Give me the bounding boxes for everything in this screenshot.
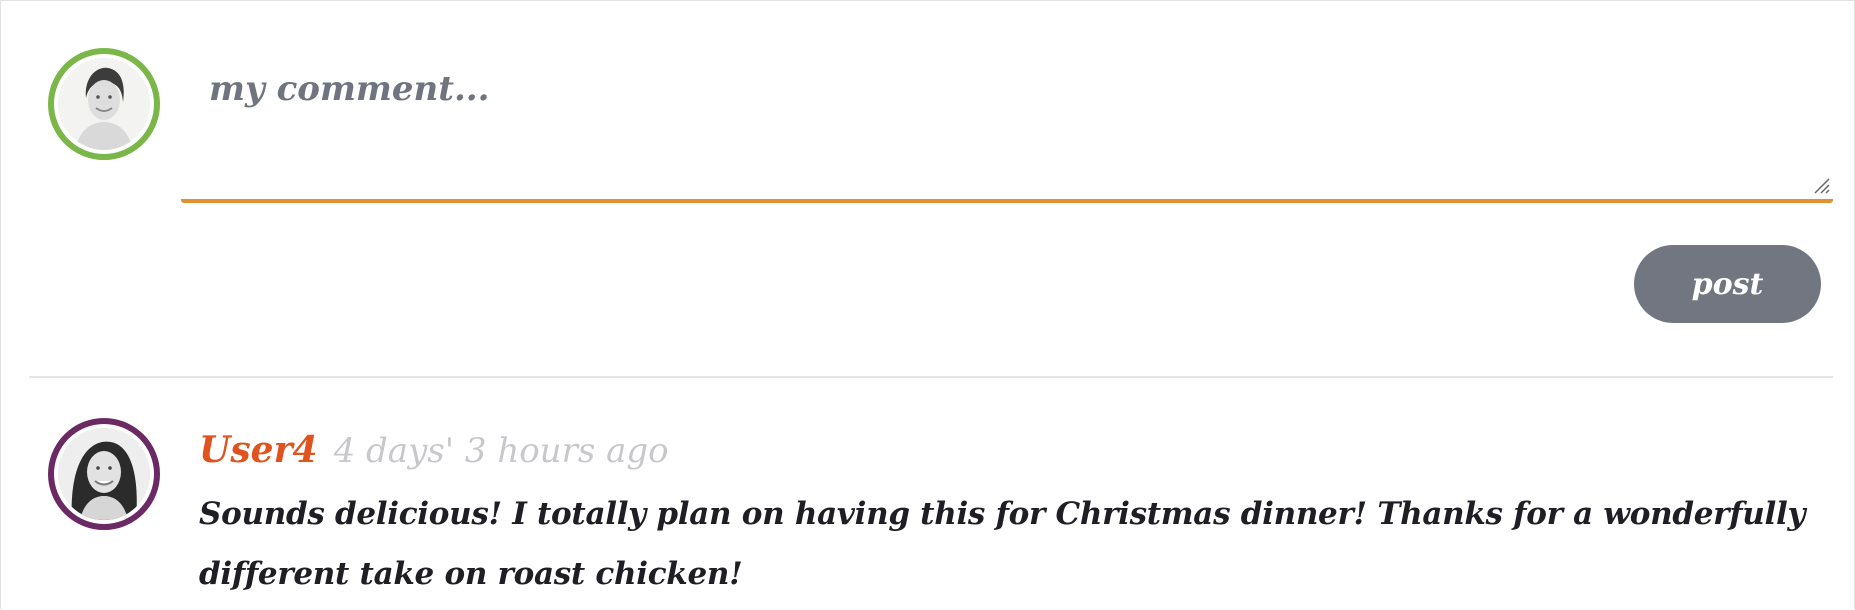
comment-text: Sounds delicious! I totally plan on havi… <box>199 496 1806 592</box>
comments-panel: post User4 4 days' 3 hours ago Sounds del… <box>0 0 1855 609</box>
comment-timestamp: 4 days' 3 hours ago <box>333 431 669 471</box>
current-user-avatar <box>48 48 160 160</box>
comment-header: User4 4 days' 3 hours ago <box>199 425 669 476</box>
post-button[interactable]: post <box>1634 245 1821 323</box>
avatar-photo-icon <box>58 58 150 150</box>
comment-author-avatar <box>48 418 160 530</box>
comment-input[interactable] <box>181 57 1833 203</box>
resize-handle-icon[interactable] <box>1813 177 1831 195</box>
divider <box>29 376 1833 378</box>
avatar-photo-icon <box>58 428 150 520</box>
comment-username[interactable]: User4 <box>199 429 318 471</box>
